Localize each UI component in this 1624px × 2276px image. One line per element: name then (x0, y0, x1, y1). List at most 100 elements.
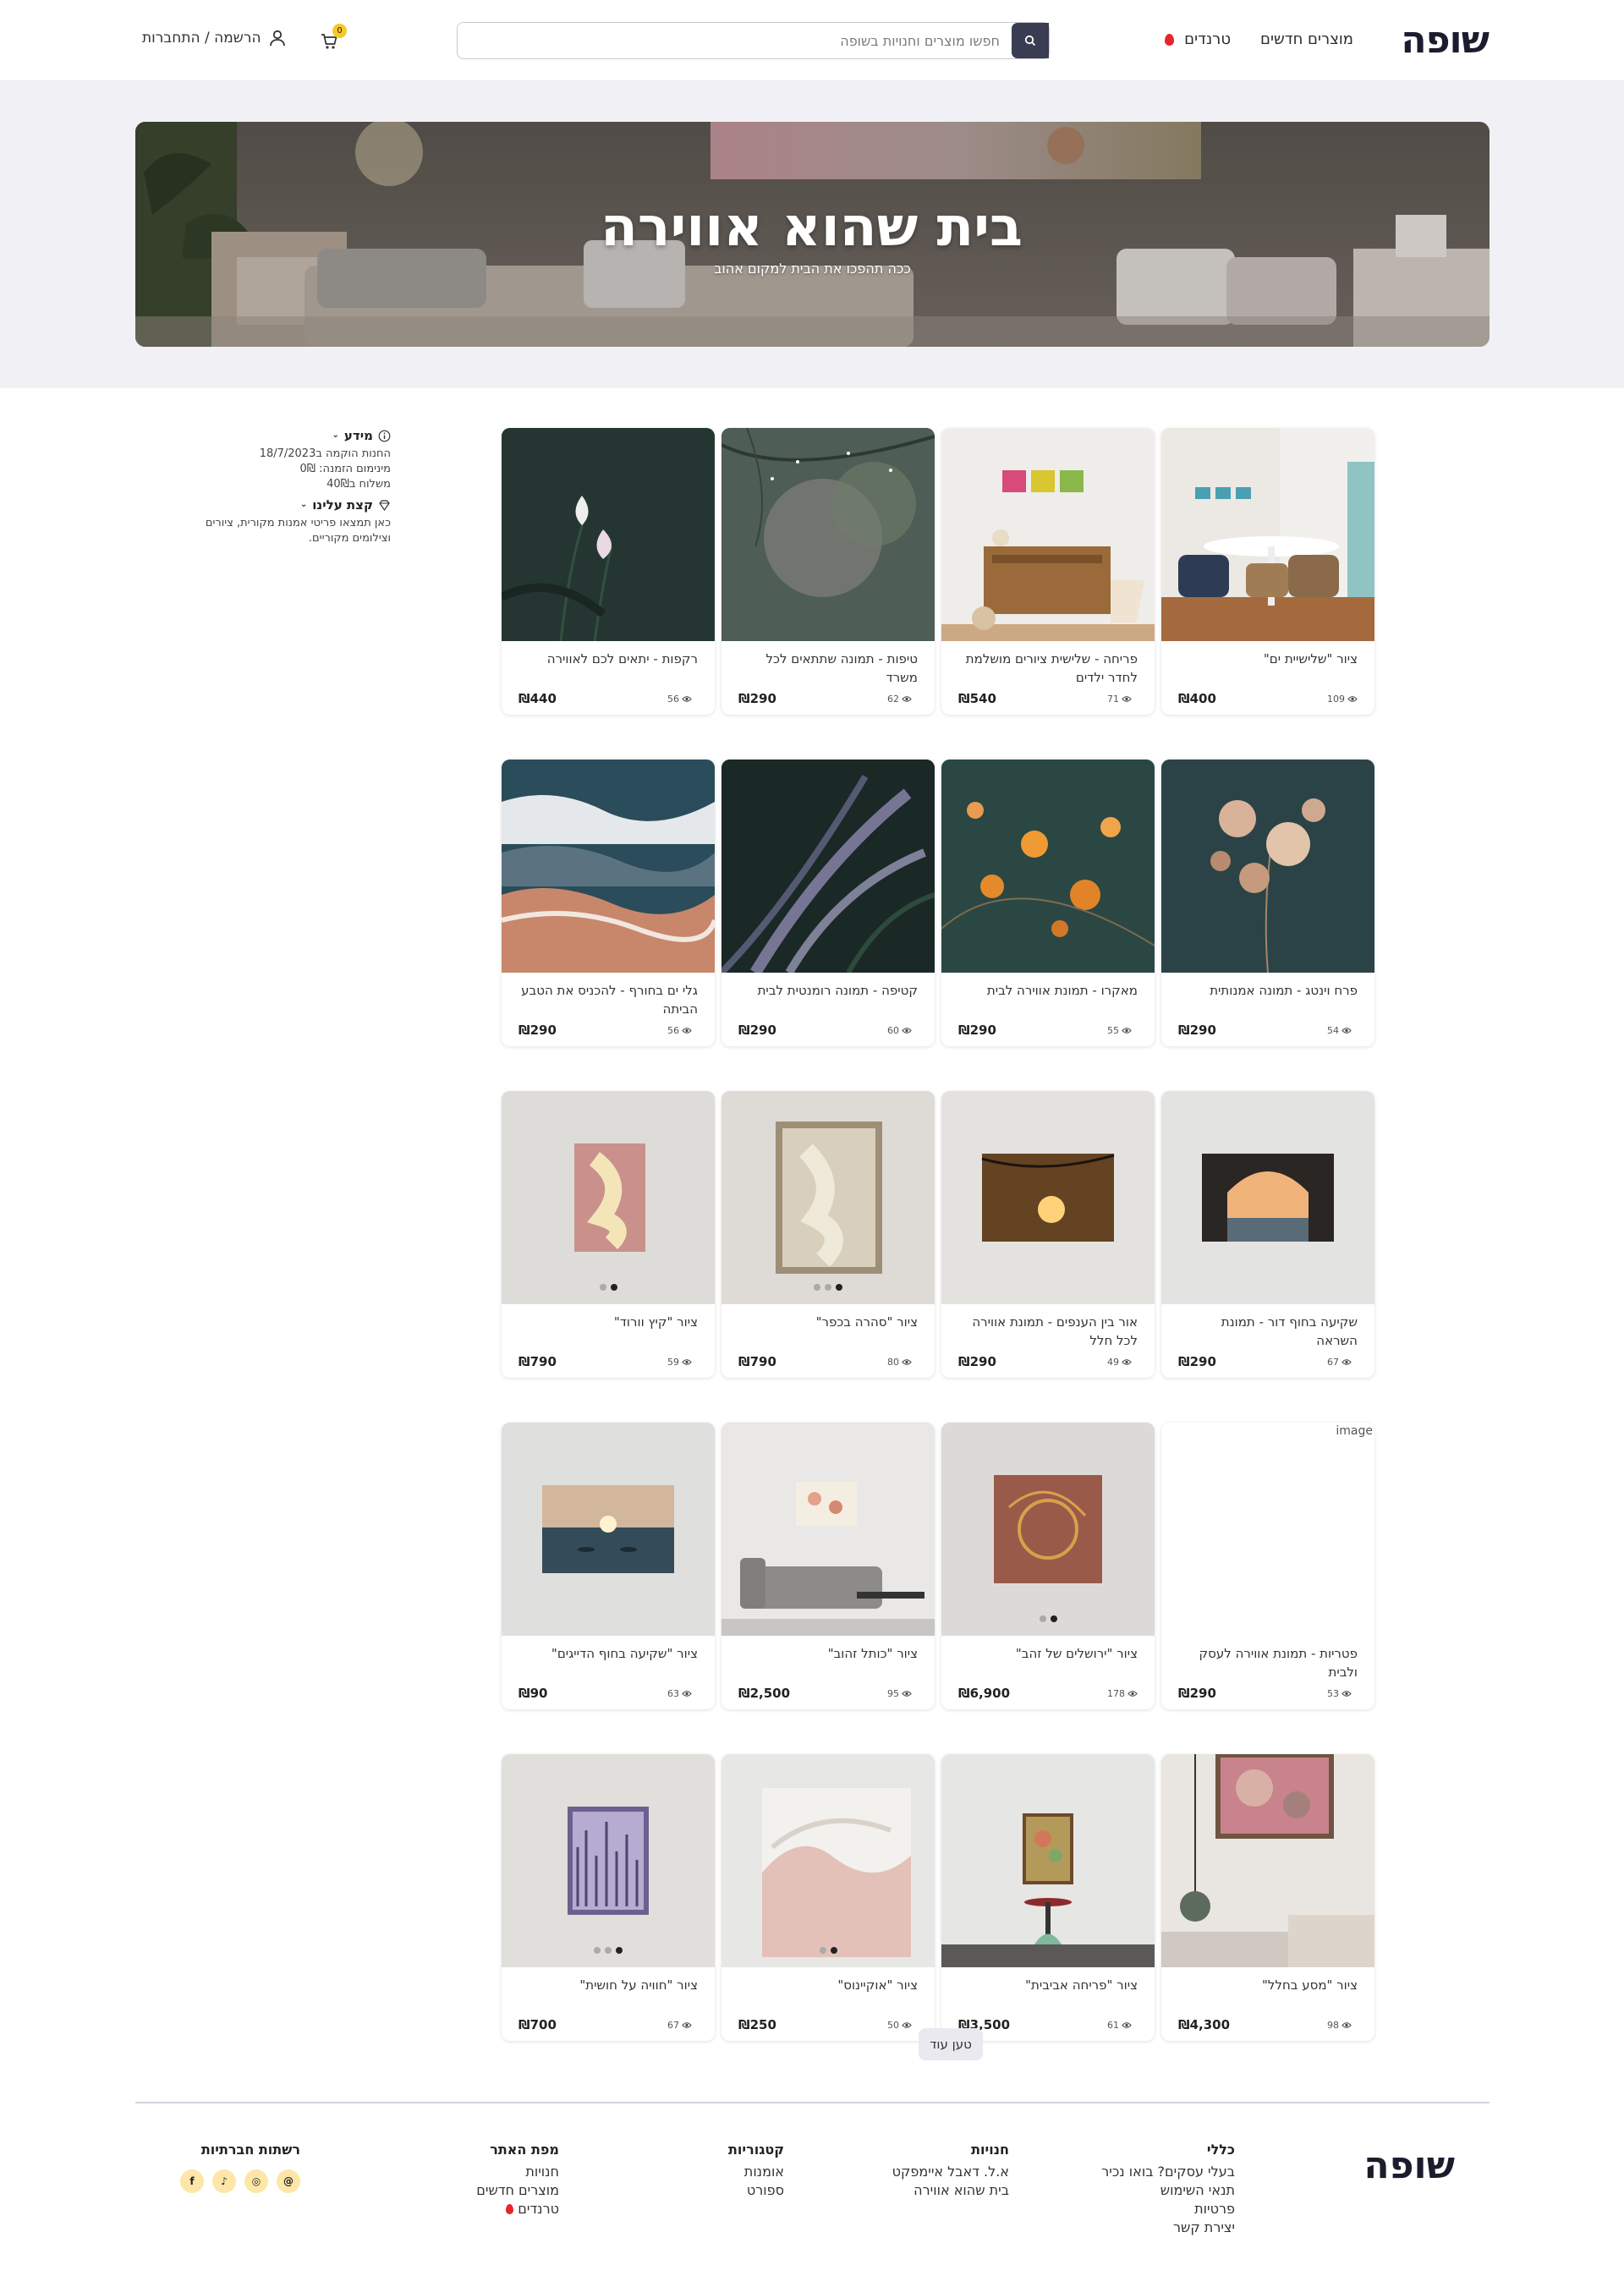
carousel-dot[interactable] (836, 1284, 842, 1291)
product-card[interactable]: ציור "מסע בחלל" 98 ₪4,300 (1161, 1754, 1374, 2041)
product-title[interactable]: ציור "ירושלים של זהב" (958, 1644, 1138, 1681)
product-title[interactable]: פרח וינטג - תמונה אמנותית (1178, 981, 1358, 1018)
product-card[interactable]: ציור "קיץ וורוד" 59 ₪790 (502, 1091, 715, 1378)
load-more-button[interactable]: טען עוד (919, 2028, 983, 2060)
product-card[interactable]: רקפות - יתאים לכם לאווירה 56 ₪440 (502, 428, 715, 715)
footer-link[interactable]: ספורט (728, 2181, 784, 2200)
product-card[interactable]: ציור "חוויה על חושית" 67 ₪700 (502, 1754, 715, 2041)
view-count: 50 (887, 2020, 912, 2031)
product-card[interactable]: ציור "אוקיינוס" 50 ₪250 (721, 1754, 935, 2041)
product-card[interactable]: ציור "שקיעה בחוף הדייגים" 63 ₪90 (502, 1423, 715, 1709)
product-image[interactable] (941, 1091, 1155, 1304)
product-image[interactable] (721, 1754, 935, 1967)
product-title[interactable]: ציור "קיץ וורוד" (518, 1313, 698, 1350)
cart-button[interactable]: 0 (320, 24, 347, 51)
product-image[interactable] (502, 1091, 715, 1304)
nav-new-products[interactable]: מוצרים חדשים (1260, 30, 1353, 48)
carousel-dot[interactable] (825, 1284, 831, 1291)
search-input[interactable] (458, 23, 1012, 58)
product-image[interactable] (1161, 1091, 1374, 1304)
product-title[interactable]: פטריות - תמונת אווירה לעסק ולבית (1178, 1644, 1358, 1681)
product-card[interactable]: טיפות - תמונה שתתאים לכל משרד 62 ₪290 (721, 428, 935, 715)
carousel-dot[interactable] (1050, 1615, 1057, 1622)
product-title[interactable]: קטיפה - תמונה רומנטית לבית (738, 981, 918, 1018)
footer-link[interactable]: אומנות (728, 2163, 784, 2181)
carousel-dot[interactable] (610, 1284, 617, 1291)
product-image[interactable] (502, 428, 715, 641)
product-title[interactable]: ציור "שקיעה בחוף הדייגים" (518, 1644, 698, 1681)
product-price: ₪290 (958, 1354, 996, 1369)
carousel-dot[interactable] (830, 1947, 837, 1954)
carousel-dot[interactable] (594, 1947, 601, 1954)
product-card[interactable]: מאקרו - תמונת אווירה לבית 55 ₪290 (941, 760, 1155, 1046)
footer-link[interactable]: בית שהוא אווירה (892, 2181, 1009, 2200)
product-title[interactable]: גלי ים בחורף - להכניס את הטבע הביתה (518, 981, 698, 1018)
product-card[interactable]: פרח וינטג - תמונה אמנותית 54 ₪290 (1161, 760, 1374, 1046)
facebook-icon[interactable]: f (180, 2169, 204, 2193)
footer-link[interactable]: בעלי עסקים? בואו נכיר (1101, 2163, 1235, 2181)
threads-icon[interactable]: @ (277, 2169, 300, 2193)
product-image[interactable] (502, 760, 715, 973)
product-image[interactable] (941, 760, 1155, 973)
product-title[interactable]: ציור "אוקיינוס" (738, 1976, 918, 2013)
product-card[interactable]: ציור "כותל זהוב" 95 ₪2,500 (721, 1423, 935, 1709)
product-image[interactable] (941, 428, 1155, 641)
nav-trends[interactable]: טרנדים (1165, 30, 1231, 48)
carousel-dot[interactable] (1039, 1615, 1046, 1622)
product-title[interactable]: ציור "פריחה אביבית" (958, 1976, 1138, 2013)
footer-link[interactable]: תנאי השימוש (1101, 2181, 1235, 2200)
product-image[interactable] (502, 1754, 715, 1967)
footer-link[interactable]: פרטיות (1101, 2200, 1235, 2218)
product-title[interactable]: מאקרו - תמונת אווירה לבית (958, 981, 1138, 1018)
tiktok-icon[interactable]: ♪ (212, 2169, 236, 2193)
footer-link[interactable]: טרנדים (476, 2200, 559, 2218)
product-card[interactable]: image פטריות - תמונת אווירה לעסק ולבית 5… (1161, 1423, 1374, 1709)
info-toggle[interactable]: מידע ⌄ (169, 428, 391, 443)
footer-link[interactable]: חנויות (476, 2163, 559, 2181)
product-title[interactable]: ציור "שלישיית ים" (1178, 650, 1358, 687)
about-toggle[interactable]: קצת עלינו ⌄ (169, 497, 391, 513)
product-image[interactable] (721, 1091, 935, 1304)
product-image[interactable] (1161, 760, 1374, 973)
product-card[interactable]: ציור "סהרה בכפר" 80 ₪790 (721, 1091, 935, 1378)
product-card[interactable]: שקיעה בחוף דור - תמונת השראה 67 ₪290 (1161, 1091, 1374, 1378)
product-image[interactable] (721, 1423, 935, 1636)
product-image[interactable] (721, 428, 935, 641)
footer-logo[interactable]: שופה (1363, 2144, 1455, 2187)
product-title[interactable]: טיפות - תמונה שתתאים לכל משרד (738, 650, 918, 687)
product-title[interactable]: ציור "סהרה בכפר" (738, 1313, 918, 1350)
product-card[interactable]: קטיפה - תמונה רומנטית לבית 60 ₪290 (721, 760, 935, 1046)
product-card[interactable]: גלי ים בחורף - להכניס את הטבע הביתה 56 ₪… (502, 760, 715, 1046)
carousel-dot[interactable] (599, 1284, 606, 1291)
product-title[interactable]: רקפות - יתאים לכם לאווירה (518, 650, 698, 687)
footer-link[interactable]: מוצרים חדשים (476, 2181, 559, 2200)
product-card[interactable]: פריחה - שלישית ציורים מושלמת לחדר ילדים … (941, 428, 1155, 715)
product-title[interactable]: ציור "חוויה על חושית" (518, 1976, 698, 2013)
product-image[interactable]: image (1161, 1423, 1374, 1636)
product-card[interactable]: ציור "ירושלים של זהב" 178 ₪6,900 (941, 1423, 1155, 1709)
footer-link[interactable]: א.ל. דאבל איימפקט (892, 2163, 1009, 2181)
product-image[interactable] (941, 1423, 1155, 1636)
product-title[interactable]: ציור "כותל זהוב" (738, 1644, 918, 1681)
carousel-dot[interactable] (605, 1947, 612, 1954)
carousel-dot[interactable] (814, 1284, 820, 1291)
instagram-icon[interactable]: ◎ (244, 2169, 268, 2193)
product-card[interactable]: ציור "פריחה אביבית" 61 ₪3,500 (941, 1754, 1155, 2041)
product-card[interactable]: ציור "שלישיית ים" 109 ₪400 (1161, 428, 1374, 715)
carousel-dot[interactable] (819, 1947, 826, 1954)
login-button[interactable]: הרשמה / התחברות (142, 29, 287, 47)
product-image[interactable] (502, 1423, 715, 1636)
search-button[interactable] (1012, 23, 1049, 58)
footer-link[interactable]: יצירת קשר (1101, 2218, 1235, 2237)
product-title[interactable]: אור בין הענפים - תמונת אווירה לכל חלל (958, 1313, 1138, 1350)
product-image[interactable] (721, 760, 935, 973)
site-logo[interactable]: שופה (1401, 19, 1490, 62)
product-card[interactable]: אור בין הענפים - תמונת אווירה לכל חלל 49… (941, 1091, 1155, 1378)
product-image[interactable] (1161, 428, 1374, 641)
product-title[interactable]: שקיעה בחוף דור - תמונת השראה (1178, 1313, 1358, 1350)
carousel-dot[interactable] (616, 1947, 623, 1954)
product-title[interactable]: פריחה - שלישית ציורים מושלמת לחדר ילדים (958, 650, 1138, 687)
product-title[interactable]: ציור "מסע בחלל" (1178, 1976, 1358, 2013)
product-image[interactable] (1161, 1754, 1374, 1967)
product-image[interactable] (941, 1754, 1155, 1967)
